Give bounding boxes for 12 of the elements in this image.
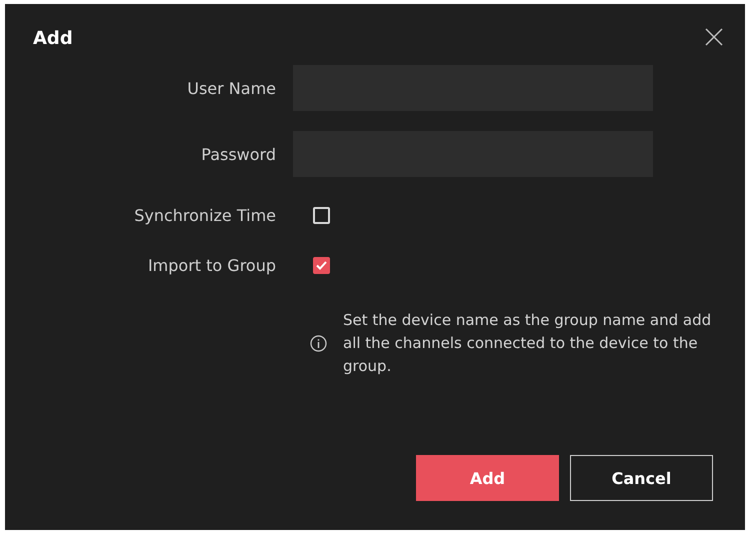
checkmark-icon <box>316 260 327 270</box>
field-label: User Name <box>186 78 277 98</box>
dialog-title: Add <box>33 28 73 49</box>
checkbox-label: Synchronize Time <box>133 206 277 224</box>
add-button[interactable]: Add <box>416 455 559 501</box>
field-label: Password <box>200 144 277 164</box>
checkbox-label: Import to Group <box>146 256 277 274</box>
checkbox[interactable] <box>313 256 330 274</box>
close-icon[interactable] <box>705 28 723 46</box>
info-text: Set the device name as the group name and add all the channels connected to the device to the group. <box>343 310 712 377</box>
info-icon <box>310 335 327 352</box>
cancel-button[interactable]: Cancel <box>570 455 713 501</box>
